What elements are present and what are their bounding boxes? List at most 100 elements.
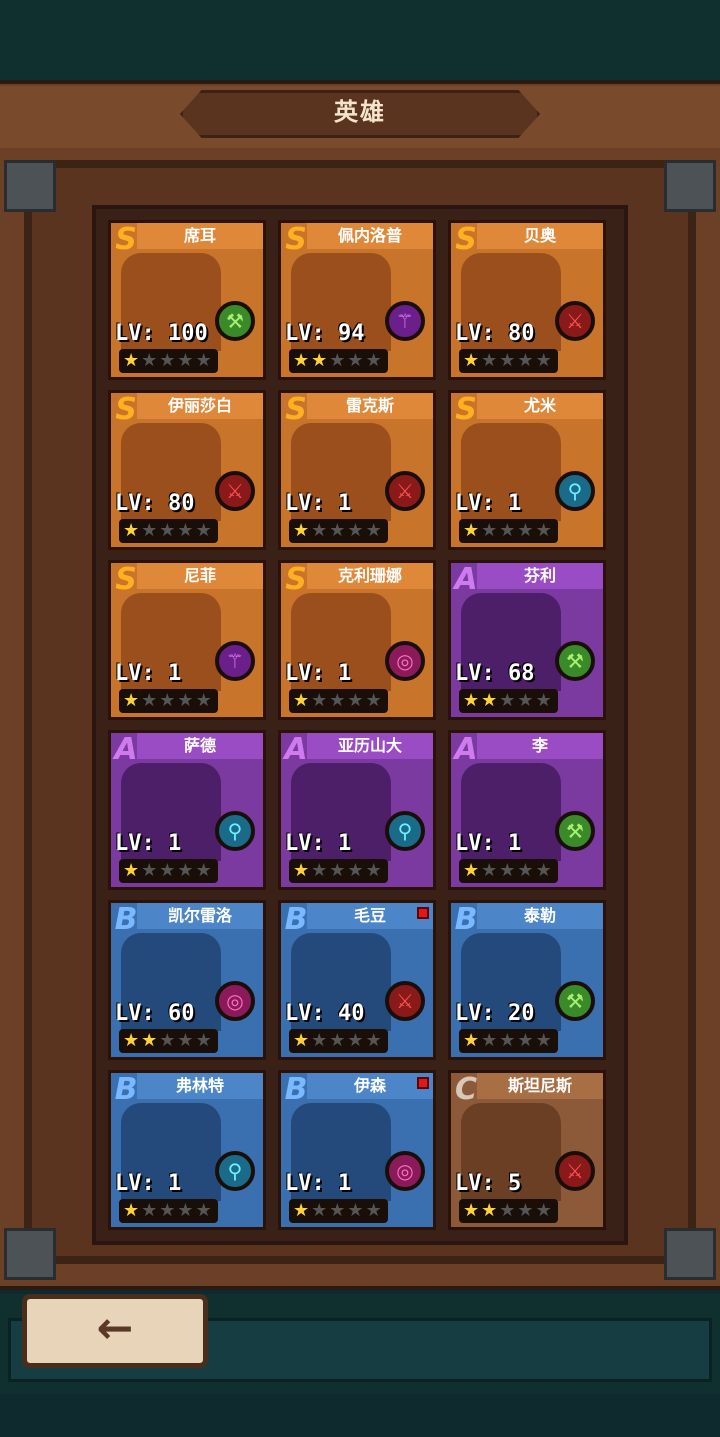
hero-name: 尼菲 bbox=[137, 563, 263, 589]
element-icon: ⚚ bbox=[215, 641, 255, 681]
star-empty-icon: ★ bbox=[517, 860, 536, 881]
star-rating: ★★★★★ bbox=[289, 689, 388, 713]
hero-card[interactable]: S 佩内洛普 LV: 94 ⚚ ★★★★★ bbox=[278, 220, 436, 380]
hero-level: LV: 68 bbox=[455, 661, 535, 686]
star-empty-icon: ★ bbox=[517, 350, 536, 371]
element-icon: ◎ bbox=[385, 1151, 425, 1191]
star-empty-icon: ★ bbox=[159, 860, 178, 881]
hero-level: LV: 80 bbox=[115, 491, 195, 516]
star-rating: ★★★★★ bbox=[459, 519, 558, 543]
element-icon: ⚔ bbox=[215, 471, 255, 511]
star-empty-icon: ★ bbox=[499, 1030, 518, 1051]
star-empty-icon: ★ bbox=[329, 860, 348, 881]
star-rating: ★★★★★ bbox=[459, 859, 558, 883]
back-arrow-icon: ← bbox=[96, 1303, 134, 1354]
star-empty-icon: ★ bbox=[141, 1200, 160, 1221]
hero-card[interactable]: B 泰勒 LV: 20 ⚒ ★★★★★ bbox=[448, 900, 606, 1060]
hero-level: LV: 1 bbox=[285, 661, 352, 686]
element-icon: ⚔ bbox=[555, 1151, 595, 1191]
star-empty-icon: ★ bbox=[159, 690, 178, 711]
hero-level: LV: 1 bbox=[115, 661, 182, 686]
hero-card[interactable]: S 席耳 LV: 100 ⚒ ★★★★★ bbox=[108, 220, 266, 380]
star-empty-icon: ★ bbox=[159, 1030, 178, 1051]
hero-name: 李 bbox=[477, 733, 603, 759]
element-icon: ⚔ bbox=[555, 301, 595, 341]
hero-name: 泰勒 bbox=[477, 903, 603, 929]
hero-name: 萨德 bbox=[137, 733, 263, 759]
star-rating: ★★★★★ bbox=[459, 349, 558, 373]
star-empty-icon: ★ bbox=[311, 1030, 330, 1051]
element-icon: ◎ bbox=[385, 641, 425, 681]
star-empty-icon: ★ bbox=[141, 690, 160, 711]
star-empty-icon: ★ bbox=[311, 1200, 330, 1221]
hero-card[interactable]: S 克利珊娜 LV: 1 ◎ ★★★★★ bbox=[278, 560, 436, 720]
back-button[interactable]: ← bbox=[22, 1294, 208, 1368]
new-indicator bbox=[417, 1077, 429, 1089]
star-empty-icon: ★ bbox=[195, 690, 214, 711]
star-filled-icon: ★ bbox=[123, 860, 142, 881]
star-filled-icon: ★ bbox=[463, 1200, 482, 1221]
hero-card[interactable]: S 贝奥 LV: 80 ⚔ ★★★★★ bbox=[448, 220, 606, 380]
hero-level: LV: 60 bbox=[115, 1001, 195, 1026]
star-empty-icon: ★ bbox=[347, 350, 366, 371]
star-filled-icon: ★ bbox=[123, 1030, 142, 1051]
star-empty-icon: ★ bbox=[365, 690, 384, 711]
star-empty-icon: ★ bbox=[159, 350, 178, 371]
hero-card[interactable]: S 尼菲 LV: 1 ⚚ ★★★★★ bbox=[108, 560, 266, 720]
element-icon: ⚒ bbox=[555, 811, 595, 851]
star-empty-icon: ★ bbox=[347, 1030, 366, 1051]
star-empty-icon: ★ bbox=[535, 690, 554, 711]
star-empty-icon: ★ bbox=[177, 1030, 196, 1051]
hero-card[interactable]: S 伊丽莎白 LV: 80 ⚔ ★★★★★ bbox=[108, 390, 266, 550]
hero-card[interactable]: C 斯坦尼斯 LV: 5 ⚔ ★★★★★ bbox=[448, 1070, 606, 1230]
star-rating: ★★★★★ bbox=[289, 1029, 388, 1053]
hero-name: 席耳 bbox=[137, 223, 263, 249]
star-empty-icon: ★ bbox=[535, 860, 554, 881]
hero-name: 伊森 bbox=[307, 1073, 433, 1099]
hero-card[interactable]: B 弗林特 LV: 1 ⚲ ★★★★★ bbox=[108, 1070, 266, 1230]
star-empty-icon: ★ bbox=[481, 520, 500, 541]
star-empty-icon: ★ bbox=[159, 1200, 178, 1221]
star-empty-icon: ★ bbox=[177, 350, 196, 371]
star-filled-icon: ★ bbox=[463, 1030, 482, 1051]
star-empty-icon: ★ bbox=[481, 860, 500, 881]
hero-name: 毛豆 bbox=[307, 903, 433, 929]
hero-level: LV: 1 bbox=[455, 831, 522, 856]
star-empty-icon: ★ bbox=[159, 520, 178, 541]
element-icon: ⚲ bbox=[555, 471, 595, 511]
hero-level: LV: 1 bbox=[115, 831, 182, 856]
hero-level: LV: 40 bbox=[285, 1001, 365, 1026]
hero-card[interactable]: A 亚历山大 LV: 1 ⚲ ★★★★★ bbox=[278, 730, 436, 890]
star-filled-icon: ★ bbox=[123, 350, 142, 371]
hero-card[interactable]: B 毛豆 LV: 40 ⚔ ★★★★★ bbox=[278, 900, 436, 1060]
star-empty-icon: ★ bbox=[329, 520, 348, 541]
star-empty-icon: ★ bbox=[195, 350, 214, 371]
page-title: 英雄 bbox=[334, 98, 386, 126]
element-icon: ⚒ bbox=[555, 641, 595, 681]
star-filled-icon: ★ bbox=[481, 1200, 500, 1221]
star-empty-icon: ★ bbox=[347, 860, 366, 881]
hero-level: LV: 1 bbox=[285, 831, 352, 856]
star-empty-icon: ★ bbox=[329, 690, 348, 711]
hero-card[interactable]: A 萨德 LV: 1 ⚲ ★★★★★ bbox=[108, 730, 266, 890]
corner-bracket-br bbox=[664, 1228, 716, 1280]
hero-card[interactable]: S 雷克斯 LV: 1 ⚔ ★★★★★ bbox=[278, 390, 436, 550]
hero-level: LV: 94 bbox=[285, 321, 365, 346]
star-filled-icon: ★ bbox=[293, 690, 312, 711]
hero-level: LV: 5 bbox=[455, 1171, 522, 1196]
hero-card[interactable]: S 尤米 LV: 1 ⚲ ★★★★★ bbox=[448, 390, 606, 550]
star-rating: ★★★★★ bbox=[289, 859, 388, 883]
star-filled-icon: ★ bbox=[293, 860, 312, 881]
footer bbox=[0, 1394, 720, 1437]
star-rating: ★★★★★ bbox=[459, 1029, 558, 1053]
star-empty-icon: ★ bbox=[535, 1030, 554, 1051]
star-empty-icon: ★ bbox=[517, 1200, 536, 1221]
hero-card[interactable]: B 伊森 LV: 1 ◎ ★★★★★ bbox=[278, 1070, 436, 1230]
star-empty-icon: ★ bbox=[517, 690, 536, 711]
hero-card[interactable]: A 芬利 LV: 68 ⚒ ★★★★★ bbox=[448, 560, 606, 720]
star-empty-icon: ★ bbox=[347, 1200, 366, 1221]
element-icon: ⚔ bbox=[385, 981, 425, 1021]
star-empty-icon: ★ bbox=[195, 520, 214, 541]
hero-card[interactable]: A 李 LV: 1 ⚒ ★★★★★ bbox=[448, 730, 606, 890]
hero-card[interactable]: B 凯尔雷洛 LV: 60 ◎ ★★★★★ bbox=[108, 900, 266, 1060]
